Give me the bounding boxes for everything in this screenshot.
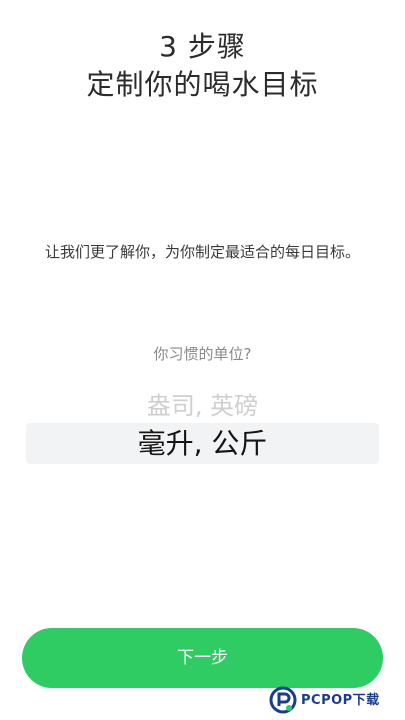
watermark-text: PCPOP下载 [301,693,380,708]
goal-heading: 定制你的喝水目标 [86,68,319,101]
picker-option-imperial[interactable]: 盎司, 英磅 [0,386,405,421]
unit-question: 你习惯的单位? [153,345,252,363]
pcpop-logo-icon [269,686,297,714]
watermark: PCPOP下载 [269,684,399,718]
step-count: 3 步骤 [159,30,246,63]
intro-text: 让我们更了解你，为你制定最适合的每日目标。 [44,243,360,261]
picker-option-metric[interactable]: 毫升, 公斤 [26,423,379,464]
next-button[interactable]: 下一步 [22,628,383,688]
page-title: 3 步骤 定制你的喝水目标 [0,28,405,104]
unit-picker[interactable]: 盎司, 英磅 毫升, 公斤 [0,382,405,482]
